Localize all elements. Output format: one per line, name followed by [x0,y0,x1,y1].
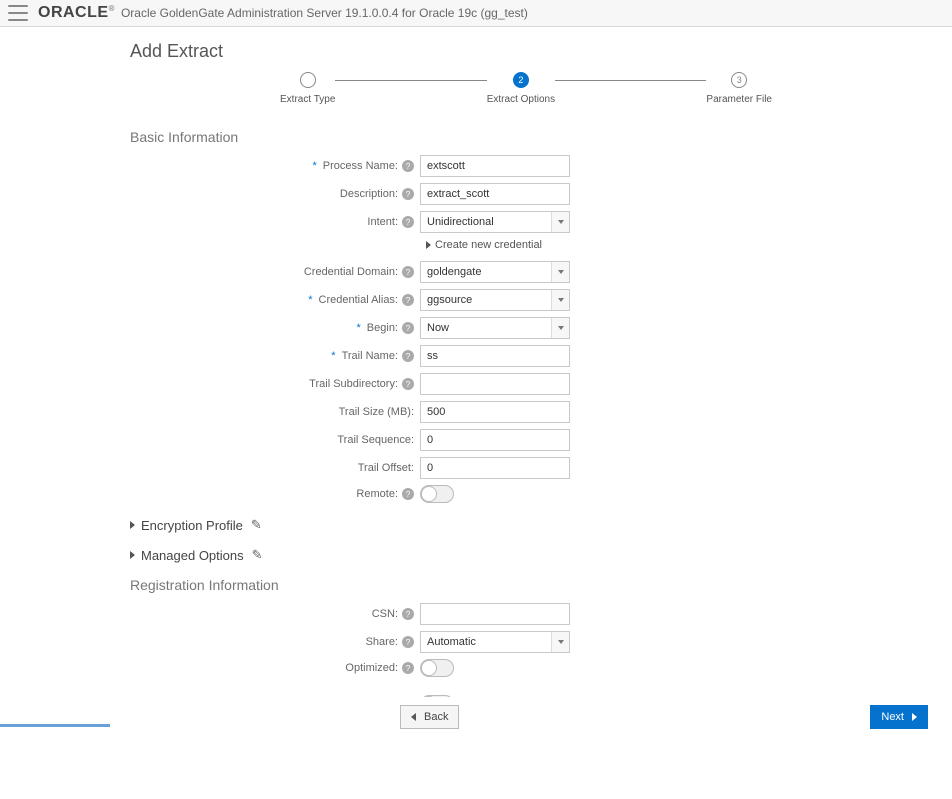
label-description: Description: [340,188,398,200]
help-icon[interactable]: ? [402,188,414,200]
edit-icon[interactable]: ✎ [251,517,262,533]
chevron-down-icon [551,318,569,338]
help-icon[interactable]: ? [402,266,414,278]
wizard-line-1 [335,80,486,81]
progress-indicator [0,724,110,727]
chevron-down-icon [551,290,569,310]
remote-toggle[interactable] [420,485,454,503]
back-button[interactable]: Back [400,705,459,729]
wizard-steps: Extract Type 2 Extract Options 3 Paramet… [130,72,922,105]
hamburger-menu-icon[interactable] [8,5,28,21]
label-optimized: Optimized: [345,662,398,674]
label-intent: Intent: [367,216,398,228]
help-icon[interactable]: ? [402,216,414,228]
label-begin: Begin: [367,322,398,334]
section-encryption-profile[interactable]: Encryption Profile ✎ [130,517,922,533]
create-new-credential-link[interactable]: Create new credential [426,239,922,251]
cred-alias-value: ggsource [427,294,472,306]
caret-right-icon [130,521,135,529]
help-icon[interactable]: ? [402,294,414,306]
chevron-down-icon [551,262,569,282]
wizard-label-2: Extract Options [487,94,555,105]
help-icon[interactable]: ? [402,636,414,648]
next-button[interactable]: Next [870,705,928,729]
label-share: Share: [366,636,398,648]
trail-offset-input[interactable] [420,457,570,479]
wizard-label-3: Parameter File [706,94,772,105]
wizard-step-extract-type[interactable]: Extract Type [280,72,335,105]
cred-domain-value: goldengate [427,266,481,278]
label-remote: Remote: [356,488,398,500]
help-icon[interactable]: ? [402,322,414,334]
caret-right-icon [426,241,431,249]
help-icon[interactable]: ? [402,378,414,390]
section-managed-options[interactable]: Managed Options ✎ [130,547,922,563]
wizard-step-parameter-file[interactable]: 3 Parameter File [706,72,772,105]
help-icon[interactable]: ? [402,350,414,362]
section-basic-information: Basic Information [130,129,922,145]
label-process-name: Process Name: [323,160,398,172]
description-input[interactable] [420,183,570,205]
intent-select[interactable]: Unidirectional [420,211,570,233]
topbar: ORACLE® Oracle GoldenGate Administration… [0,0,952,27]
caret-right-icon [130,551,135,559]
share-value: Automatic [427,636,476,648]
section-registration-information: Registration Information [130,577,922,593]
process-name-input[interactable] [420,155,570,177]
wizard-circle-3: 3 [731,72,747,88]
wizard-step-extract-options[interactable]: 2 Extract Options [487,72,555,105]
wizard-label-1: Extract Type [280,94,335,105]
credential-domain-select[interactable]: goldengate [420,261,570,283]
chevron-down-icon [551,212,569,232]
wizard-line-2 [555,80,706,81]
trail-size-input[interactable] [420,401,570,423]
csn-input[interactable] [420,603,570,625]
credential-alias-select[interactable]: ggsource [420,289,570,311]
label-trail-name: Trail Name: [342,350,398,362]
wizard-circle-1 [300,72,316,88]
footer-bar: Back Next [0,697,952,741]
help-icon[interactable]: ? [402,608,414,620]
share-select[interactable]: Automatic [420,631,570,653]
chevron-down-icon [551,632,569,652]
wizard-circle-2: 2 [513,72,529,88]
label-trail-subdir: Trail Subdirectory: [309,378,398,390]
edit-icon[interactable]: ✎ [252,547,263,563]
page-title: Add Extract [130,41,922,62]
label-trail-size: Trail Size (MB): [339,406,414,418]
label-cred-alias: Credential Alias: [319,294,399,306]
label-trail-sequence: Trail Sequence: [337,434,414,446]
label-trail-offset: Trail Offset: [358,462,414,474]
app-title: Oracle GoldenGate Administration Server … [121,6,528,20]
trail-sequence-input[interactable] [420,429,570,451]
label-cred-domain: Credential Domain: [304,266,398,278]
help-icon[interactable]: ? [402,662,414,674]
label-csn: CSN: [372,608,398,620]
help-icon[interactable]: ? [402,488,414,500]
optimized-toggle[interactable] [420,659,454,677]
begin-select[interactable]: Now [420,317,570,339]
intent-value: Unidirectional [427,216,494,228]
oracle-logo: ORACLE® [38,4,115,22]
help-icon[interactable]: ? [402,160,414,172]
trail-name-input[interactable] [420,345,570,367]
begin-value: Now [427,322,449,334]
trail-subdirectory-input[interactable] [420,373,570,395]
